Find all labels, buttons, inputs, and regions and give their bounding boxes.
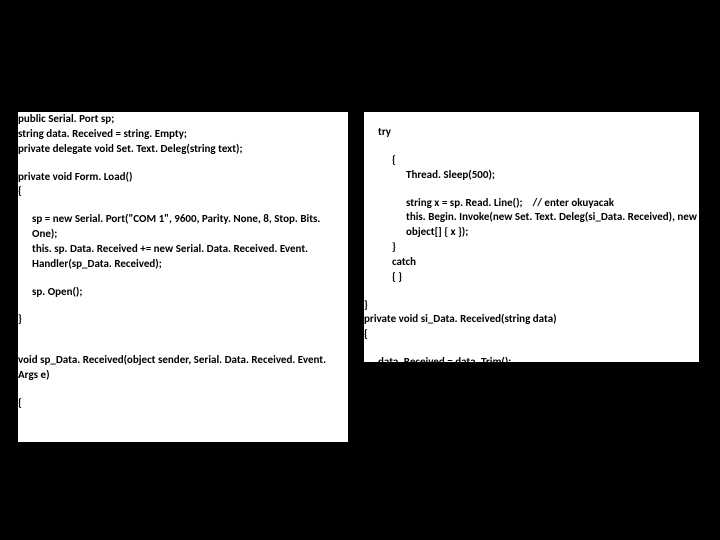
code-right-column: try { Thread. Sleep(500); string x = sp.… <box>364 112 699 362</box>
blank-line <box>364 140 699 153</box>
blank-line <box>364 370 699 383</box>
code-line: private void si_Data. Received(string da… <box>364 312 699 327</box>
code-line: } <box>364 383 699 398</box>
blank-line <box>18 272 348 285</box>
code-line: this. Begin. Invoke(new Set. Text. Deleg… <box>364 210 699 240</box>
code-line: { <box>18 396 348 411</box>
code-line: string data. Received = string. Empty; <box>18 127 348 142</box>
blank-line <box>18 199 348 212</box>
code-line: void sp_Data. Received(object sender, Se… <box>18 353 348 383</box>
code-line: { } <box>364 270 699 285</box>
code-line: private void Form. Load() <box>18 170 348 185</box>
code-line: this. sp. Data. Received += new Serial. … <box>18 242 348 272</box>
code-line: public Serial. Port sp; <box>18 112 348 127</box>
code-line: private delegate void Set. Text. Deleg(s… <box>18 142 348 157</box>
blank-line <box>364 342 699 355</box>
code-line: string x = sp. Read. Line(); // enter ok… <box>364 196 699 211</box>
code-line: } <box>18 312 348 327</box>
code-line: } <box>364 240 699 255</box>
code-line: sp. Open(); <box>18 285 348 300</box>
blank-line <box>18 299 348 312</box>
code-line: data. Received = data. Trim(); <box>364 355 699 370</box>
code-line: catch <box>364 255 699 270</box>
code-line: { <box>364 327 699 342</box>
blank-line <box>18 157 348 170</box>
blank-line <box>364 285 699 298</box>
code-line: Thread. Sleep(500); <box>364 168 699 183</box>
code-line: try <box>364 125 699 140</box>
code-line: { <box>364 153 699 168</box>
blank-line <box>18 340 348 353</box>
code-left-column: public Serial. Port sp; string data. Rec… <box>18 112 348 442</box>
blank-line <box>18 327 348 340</box>
blank-line <box>364 112 699 125</box>
slide: public Serial. Port sp; string data. Rec… <box>0 0 720 540</box>
code-line: } <box>364 298 699 313</box>
code-line: { <box>18 184 348 199</box>
blank-line <box>364 183 699 196</box>
blank-line <box>18 383 348 396</box>
code-line: sp = new Serial. Port("COM 1", 9600, Par… <box>18 212 348 242</box>
